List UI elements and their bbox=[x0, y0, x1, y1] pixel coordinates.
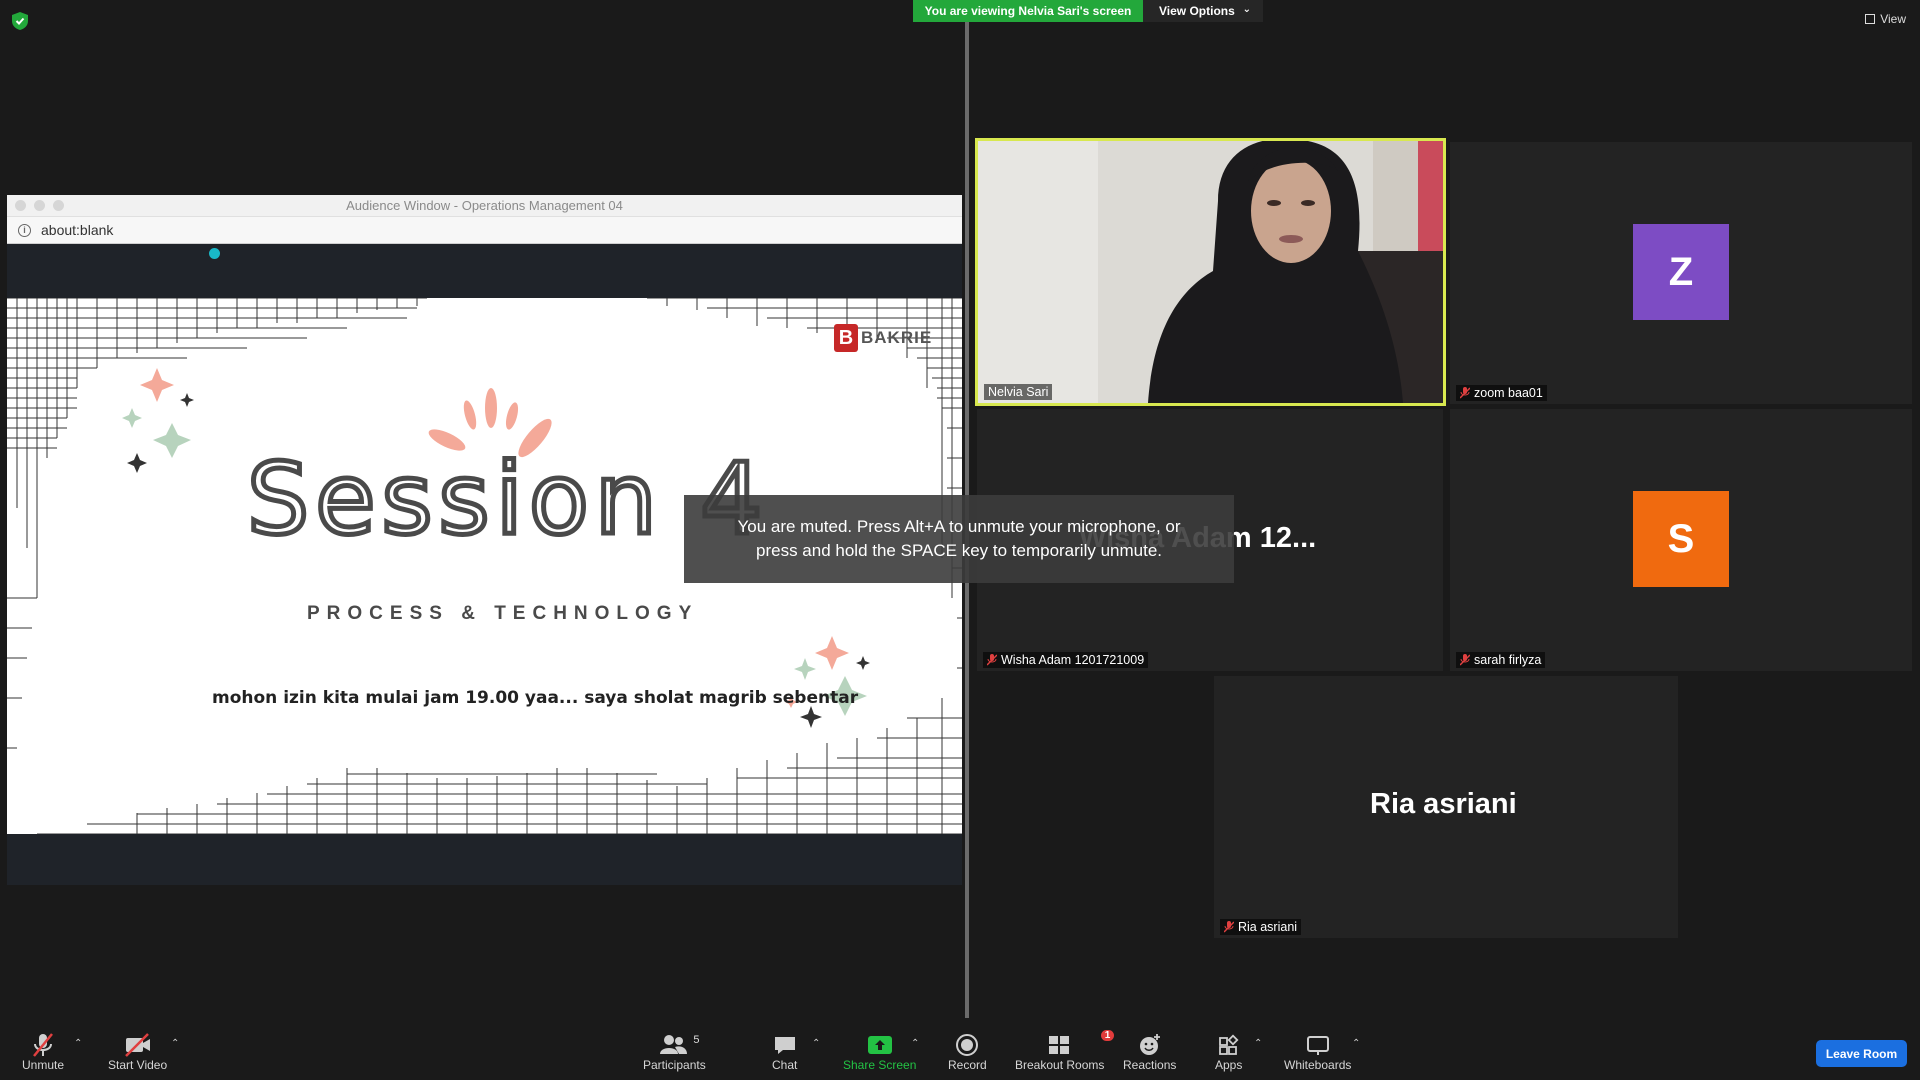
security-shield-icon[interactable] bbox=[12, 12, 28, 30]
breakout-rooms-icon bbox=[1048, 1036, 1069, 1054]
remote-cursor-indicator bbox=[209, 248, 220, 259]
muted-notification-line1: You are muted. Press Alt+A to unmute you… bbox=[737, 517, 1181, 536]
apps-label: Apps bbox=[1215, 1058, 1243, 1072]
video-tile-zoom-baa01[interactable]: Z zoom baa01 bbox=[1450, 142, 1912, 404]
record-button[interactable]: Record bbox=[948, 1032, 987, 1072]
apps-button[interactable]: Apps bbox=[1215, 1032, 1242, 1072]
participant-video-feed bbox=[978, 141, 1443, 403]
info-icon: i bbox=[18, 223, 31, 237]
video-off-icon bbox=[124, 1033, 150, 1057]
muted-microphone-icon bbox=[1460, 654, 1470, 666]
breakout-rooms-badge: 1 bbox=[1100, 1030, 1115, 1041]
chat-button[interactable]: Chat bbox=[772, 1032, 797, 1072]
viewing-screen-banner: You are viewing Nelvia Sari's screen bbox=[913, 0, 1143, 22]
bakrie-logo-text: BAKRIE bbox=[861, 328, 933, 347]
chat-bubble-icon bbox=[774, 1037, 795, 1054]
slide-subtitle: PROCESS & TECHNOLOGY bbox=[307, 603, 699, 624]
participant-avatar: Z bbox=[1633, 224, 1729, 320]
video-options-caret-icon[interactable]: ⌃ bbox=[171, 1038, 179, 1049]
video-tile-nelvia-sari[interactable]: Nelvia Sari bbox=[975, 138, 1446, 406]
whiteboards-options-caret-icon[interactable]: ⌃ bbox=[1352, 1038, 1360, 1049]
view-options-button[interactable]: View Options ⌄ bbox=[1143, 0, 1263, 22]
share-options-caret-icon[interactable]: ⌃ bbox=[911, 1038, 919, 1049]
chat-options-caret-icon[interactable]: ⌃ bbox=[812, 1038, 820, 1049]
participant-name-label: Ria asriani bbox=[1220, 919, 1302, 935]
shared-window-titlebar: Audience Window - Operations Management … bbox=[7, 195, 962, 216]
start-video-label: Start Video bbox=[108, 1058, 168, 1072]
video-tile-sarah-firlyza[interactable]: S sarah firlyza bbox=[1450, 409, 1912, 671]
reactions-button[interactable]: Reactions bbox=[1123, 1032, 1176, 1072]
unmute-button[interactable]: Unmute bbox=[22, 1032, 64, 1072]
whiteboards-label: Whiteboards bbox=[1284, 1058, 1352, 1072]
whiteboards-button[interactable]: Whiteboards bbox=[1284, 1032, 1351, 1072]
chat-label: Chat bbox=[772, 1058, 798, 1072]
participant-display-name: Ria asriani bbox=[1370, 788, 1517, 820]
participants-icon bbox=[660, 1035, 688, 1054]
participants-button[interactable]: 5 Participants bbox=[643, 1032, 706, 1072]
muted-notification-toast: You are muted. Press Alt+A to unmute you… bbox=[684, 495, 1234, 583]
window-controls bbox=[15, 200, 64, 211]
participant-name-label: sarah firlyza bbox=[1456, 652, 1546, 668]
record-icon bbox=[956, 1034, 979, 1056]
participant-name-label: zoom baa01 bbox=[1456, 385, 1547, 401]
participants-label: Participants bbox=[643, 1058, 706, 1072]
muted-microphone-icon bbox=[33, 1033, 53, 1057]
leave-room-button[interactable]: Leave Room bbox=[1816, 1040, 1907, 1067]
sparkle-decoration-left bbox=[122, 368, 194, 473]
breakout-rooms-button[interactable]: 1 Breakout Rooms bbox=[1015, 1030, 1115, 1072]
participant-avatar: S bbox=[1633, 491, 1729, 587]
meeting-controls-toolbar: Unmute ⌃ Start Video ⌃ 5 Participants Ch… bbox=[0, 1018, 1920, 1080]
share-screen-icon bbox=[867, 1036, 892, 1054]
share-screen-label: Share Screen bbox=[843, 1058, 917, 1072]
view-layout-button[interactable]: View bbox=[1865, 12, 1906, 26]
apps-icon bbox=[1218, 1034, 1239, 1055]
muted-microphone-icon bbox=[1460, 387, 1470, 399]
muted-microphone-icon bbox=[1224, 921, 1234, 933]
participants-count: 5 bbox=[693, 1034, 700, 1046]
start-video-button[interactable]: Start Video bbox=[108, 1032, 167, 1072]
share-screen-button[interactable]: Share Screen bbox=[843, 1032, 916, 1072]
breakout-rooms-label: Breakout Rooms bbox=[1015, 1058, 1105, 1072]
reactions-smiley-icon bbox=[1139, 1034, 1160, 1055]
record-label: Record bbox=[948, 1058, 987, 1072]
muted-notification-line2: press and hold the SPACE key to temporar… bbox=[756, 541, 1162, 560]
video-tile-ria-asriani[interactable]: Ria asriani Ria asriani bbox=[1214, 676, 1678, 938]
bakrie-logo-mark: B bbox=[834, 324, 858, 352]
participant-name-label: Nelvia Sari bbox=[984, 384, 1053, 400]
layout-grid-icon bbox=[1865, 14, 1876, 24]
shared-window-title: Audience Window - Operations Management … bbox=[346, 198, 623, 213]
participant-name-label: Wisha Adam 1201721009 bbox=[983, 652, 1149, 668]
shared-window-urlbar: i about:blank bbox=[7, 216, 962, 244]
audio-options-caret-icon[interactable]: ⌃ bbox=[74, 1038, 82, 1049]
muted-microphone-icon bbox=[987, 654, 997, 666]
university-logo: B BAKRIE bbox=[834, 324, 932, 352]
slide-message: mohon izin kita mulai jam 19.00 yaa... s… bbox=[212, 688, 859, 708]
shared-window-url: about:blank bbox=[41, 222, 114, 238]
chevron-down-icon: ⌄ bbox=[1242, 4, 1251, 15]
view-options-label: View Options bbox=[1159, 4, 1235, 18]
unmute-label: Unmute bbox=[22, 1058, 65, 1072]
apps-options-caret-icon[interactable]: ⌃ bbox=[1254, 1038, 1262, 1049]
sparkle-decoration-right bbox=[785, 636, 870, 728]
reactions-label: Reactions bbox=[1123, 1058, 1177, 1072]
whiteboard-icon bbox=[1306, 1036, 1329, 1055]
view-layout-label: View bbox=[1880, 12, 1906, 26]
